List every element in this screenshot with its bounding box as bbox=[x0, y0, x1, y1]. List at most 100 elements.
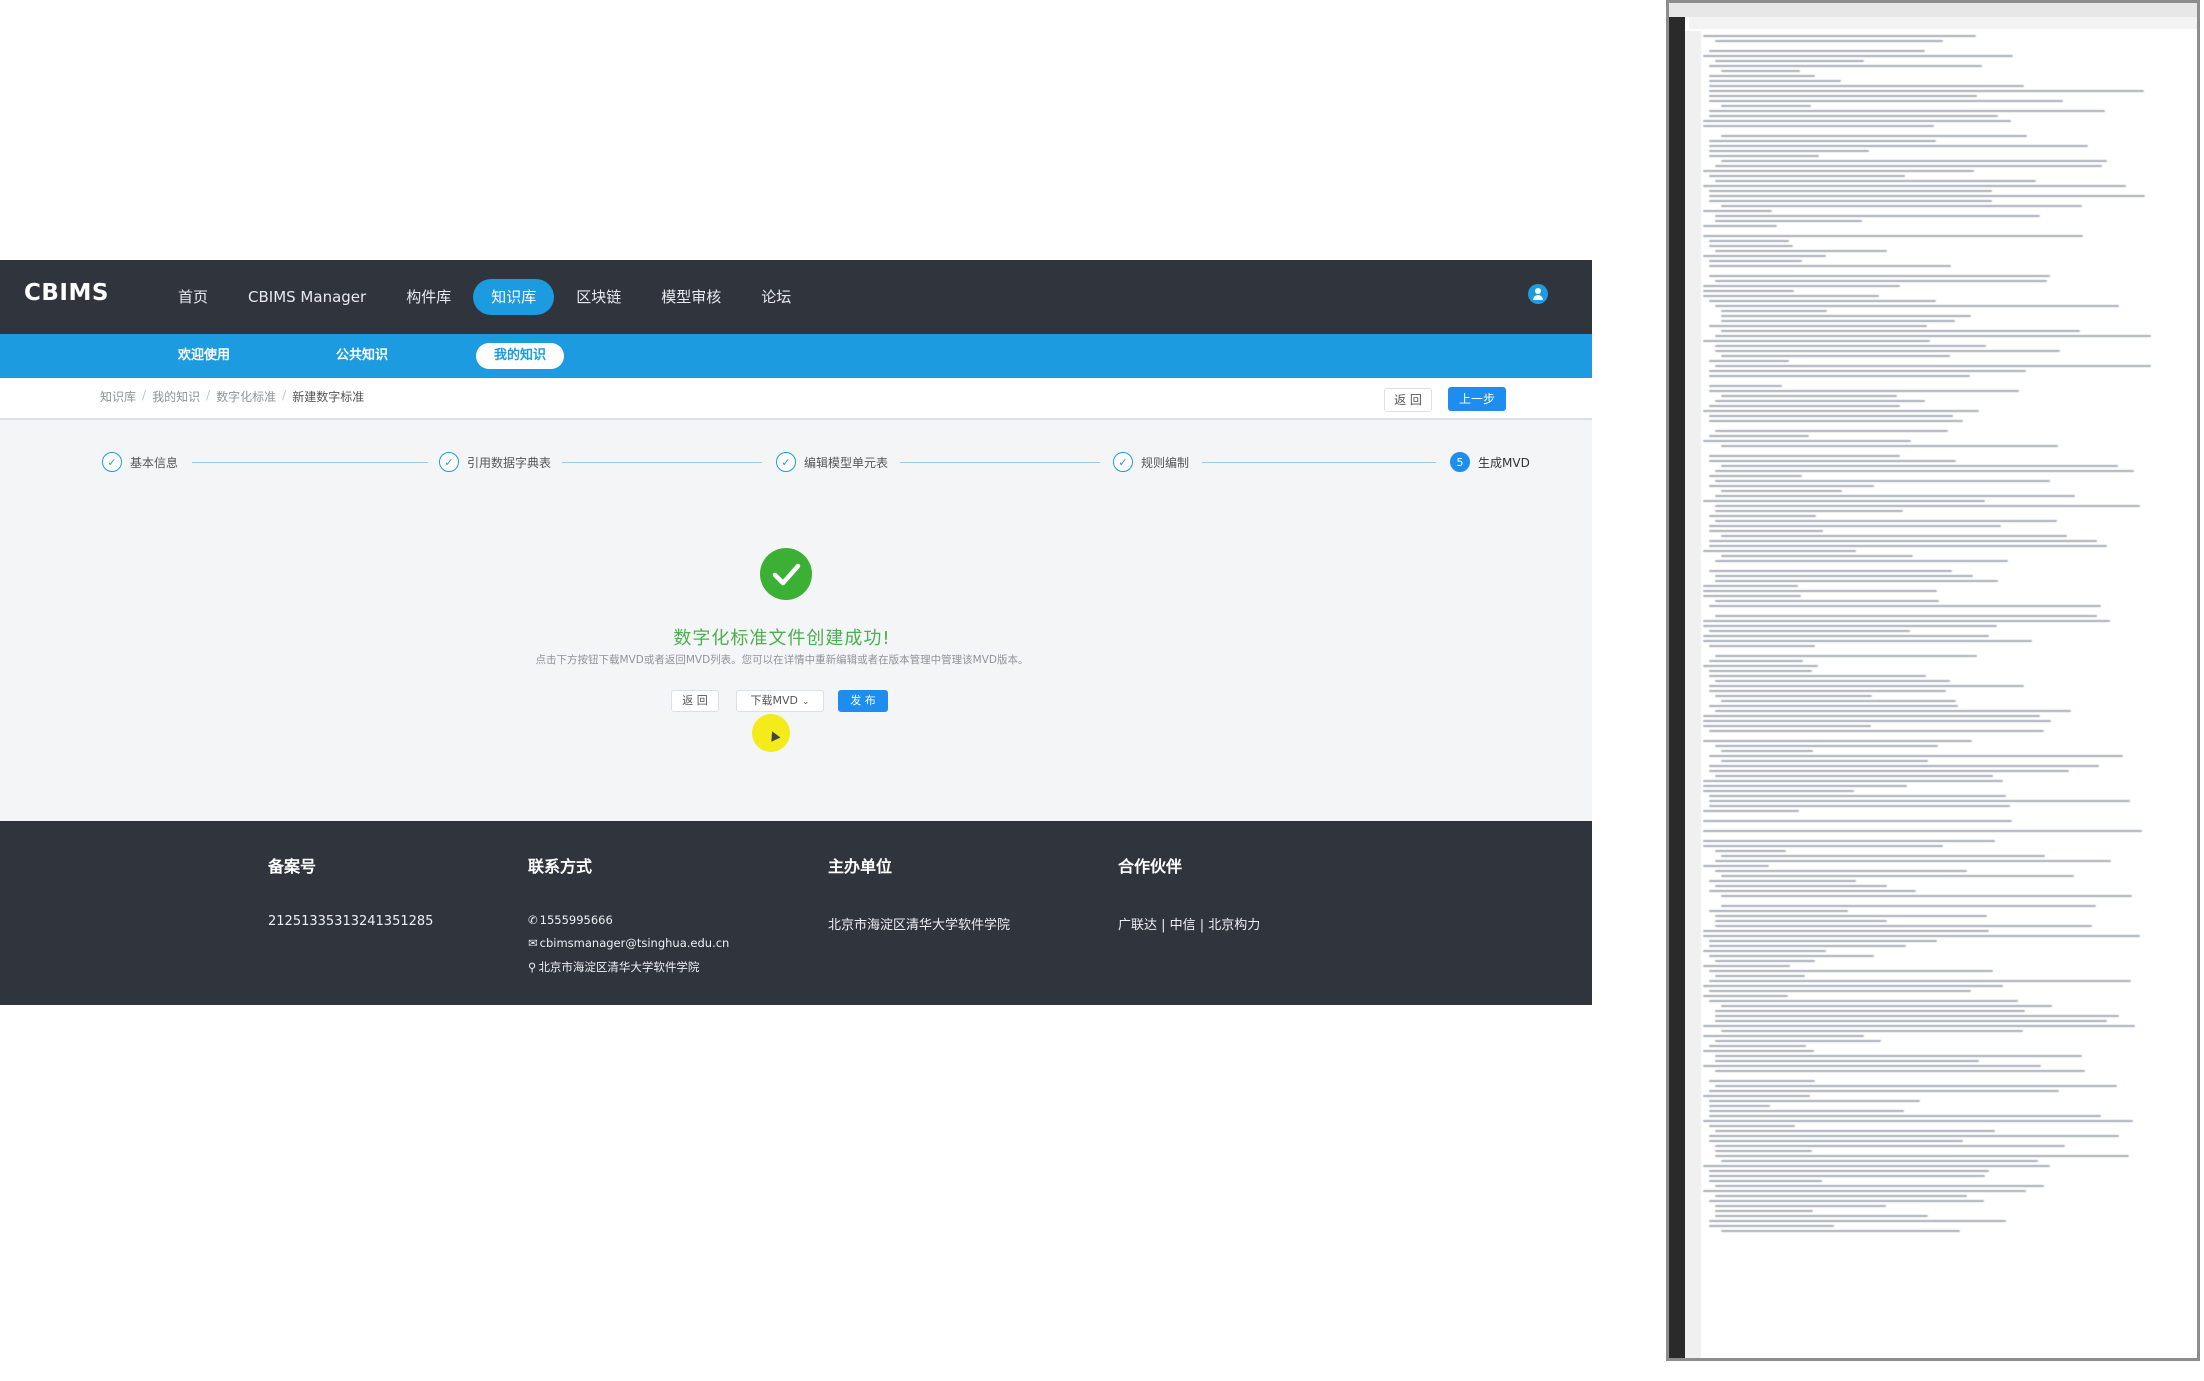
step-label: 引用数据字典表 bbox=[467, 455, 552, 470]
code-line bbox=[1709, 805, 2010, 807]
download-mvd-label: 下载MVD bbox=[750, 694, 798, 707]
nav-item-forum[interactable]: 论坛 bbox=[743, 279, 809, 315]
code-editor-window bbox=[1666, 0, 2200, 1361]
check-icon: ✓ bbox=[776, 452, 796, 472]
result-back-button[interactable]: 返 回 bbox=[671, 690, 719, 712]
code-line bbox=[1709, 675, 1926, 677]
step-rule-compile: ✓ 规则编制 bbox=[1113, 452, 1189, 472]
code-line bbox=[1709, 435, 1809, 437]
code-line bbox=[1721, 855, 2045, 857]
code-line bbox=[1721, 1230, 1960, 1232]
code-line bbox=[1709, 415, 1953, 417]
editor-titlebar bbox=[1669, 3, 2197, 17]
code-line bbox=[1721, 875, 2074, 877]
code-line bbox=[1709, 385, 1782, 387]
code-line bbox=[1715, 1015, 2119, 1017]
code-line bbox=[1709, 955, 1874, 957]
code-line bbox=[1709, 880, 1856, 882]
code-line bbox=[1715, 695, 1872, 697]
code-line bbox=[1709, 360, 1789, 362]
code-line bbox=[1709, 110, 2105, 112]
code-line bbox=[1715, 350, 2060, 352]
code-line bbox=[1709, 1045, 1806, 1047]
breadcrumb-item-new-standard: 新建数字标准 bbox=[292, 390, 365, 404]
code-line bbox=[1715, 1155, 2129, 1157]
code-line bbox=[1709, 940, 1937, 942]
code-line bbox=[1721, 135, 2027, 137]
subnav-item-welcome[interactable]: 欢迎使用 bbox=[160, 343, 248, 369]
code-line bbox=[1709, 1115, 2101, 1117]
code-line bbox=[1709, 755, 2123, 757]
subnav-item-my-knowledge[interactable]: 我的知识 bbox=[476, 343, 565, 369]
code-line bbox=[1709, 1225, 1834, 1227]
code-line bbox=[1721, 315, 1971, 317]
email-address[interactable]: cbimsmanager@tsinghua.edu.cn bbox=[540, 936, 730, 950]
breadcrumb-item-my-knowledge[interactable]: 我的知识 bbox=[152, 388, 200, 405]
user-icon[interactable] bbox=[1528, 284, 1548, 304]
code-line bbox=[1709, 460, 1956, 462]
code-line bbox=[1715, 850, 1786, 852]
code-line bbox=[1715, 220, 1862, 222]
footer-record-number: 21251335313241351285 bbox=[268, 914, 434, 929]
nav-item-blockchain[interactable]: 区块链 bbox=[558, 279, 639, 315]
publish-button[interactable]: 发 布 bbox=[838, 690, 888, 712]
code-line bbox=[1703, 340, 1930, 342]
code-line bbox=[1721, 535, 2067, 537]
code-line bbox=[1703, 985, 2003, 987]
code-line bbox=[1703, 935, 2140, 937]
code-line bbox=[1703, 1050, 1814, 1052]
brand-logo[interactable]: CBIMS bbox=[24, 280, 109, 306]
editor-activity-bar bbox=[1669, 17, 1685, 1358]
previous-step-button[interactable]: 上一步 bbox=[1448, 387, 1506, 411]
step-number: 5 bbox=[1450, 452, 1470, 472]
nav-item-knowledge-base[interactable]: 知识库 bbox=[473, 279, 555, 315]
breadcrumb-item-knowledge-base[interactable]: 知识库 bbox=[100, 388, 136, 405]
code-line bbox=[1703, 120, 2011, 122]
code-line bbox=[1709, 1180, 1822, 1182]
code-line bbox=[1709, 1000, 2018, 1002]
nav-item-model-review[interactable]: 模型审核 bbox=[643, 279, 739, 315]
code-line bbox=[1703, 820, 2012, 822]
code-line bbox=[1721, 70, 1800, 72]
code-line bbox=[1703, 170, 1974, 172]
code-line bbox=[1703, 185, 2126, 187]
code-line bbox=[1709, 1140, 1963, 1142]
editor-gutter bbox=[1685, 31, 1701, 1358]
code-line bbox=[1703, 1065, 2041, 1067]
breadcrumb-item-digital-standard[interactable]: 数字化标准 bbox=[216, 388, 276, 405]
code-line bbox=[1703, 790, 1854, 792]
chevron-down-icon: ⌄ bbox=[801, 697, 810, 707]
step-connector bbox=[562, 462, 762, 463]
code-line bbox=[1709, 375, 1970, 377]
code-line bbox=[1715, 1195, 1967, 1197]
subnav-item-public-knowledge[interactable]: 公共知识 bbox=[318, 343, 406, 369]
code-line bbox=[1703, 640, 2032, 642]
code-line bbox=[1703, 1035, 1864, 1037]
code-line bbox=[1709, 1200, 1984, 1202]
code-line bbox=[1709, 140, 1936, 142]
nav-item-cbims-manager[interactable]: CBIMS Manager bbox=[230, 279, 384, 315]
code-line bbox=[1703, 290, 1794, 292]
code-line bbox=[1709, 605, 2101, 607]
code-line bbox=[1715, 510, 1903, 512]
breadcrumb: 知识库 / 我的知识 / 数字化标准 / 新建数字标准 bbox=[100, 388, 364, 405]
step-label: 编辑模型单元表 bbox=[804, 455, 889, 470]
download-mvd-dropdown[interactable]: 下载MVD ⌄ bbox=[736, 690, 824, 712]
code-line bbox=[1703, 225, 1777, 227]
code-line bbox=[1715, 1060, 1979, 1062]
code-line bbox=[1709, 1125, 1795, 1127]
code-line bbox=[1715, 365, 2151, 367]
nav-item-home[interactable]: 首页 bbox=[160, 279, 226, 315]
code-line bbox=[1709, 100, 2063, 102]
code-line bbox=[1709, 1100, 1920, 1102]
code-line bbox=[1703, 930, 1989, 932]
code-line bbox=[1709, 150, 1869, 152]
nav-item-component-library[interactable]: 构件库 bbox=[388, 279, 469, 315]
code-line bbox=[1715, 920, 1887, 922]
code-line bbox=[1721, 1030, 2023, 1032]
footer-host-value: 北京市海淀区清华大学软件学院 bbox=[828, 918, 1011, 933]
back-button[interactable]: 返 回 bbox=[1384, 388, 1432, 412]
code-line bbox=[1709, 195, 2145, 197]
code-line bbox=[1709, 275, 2050, 277]
code-line bbox=[1709, 980, 2131, 982]
